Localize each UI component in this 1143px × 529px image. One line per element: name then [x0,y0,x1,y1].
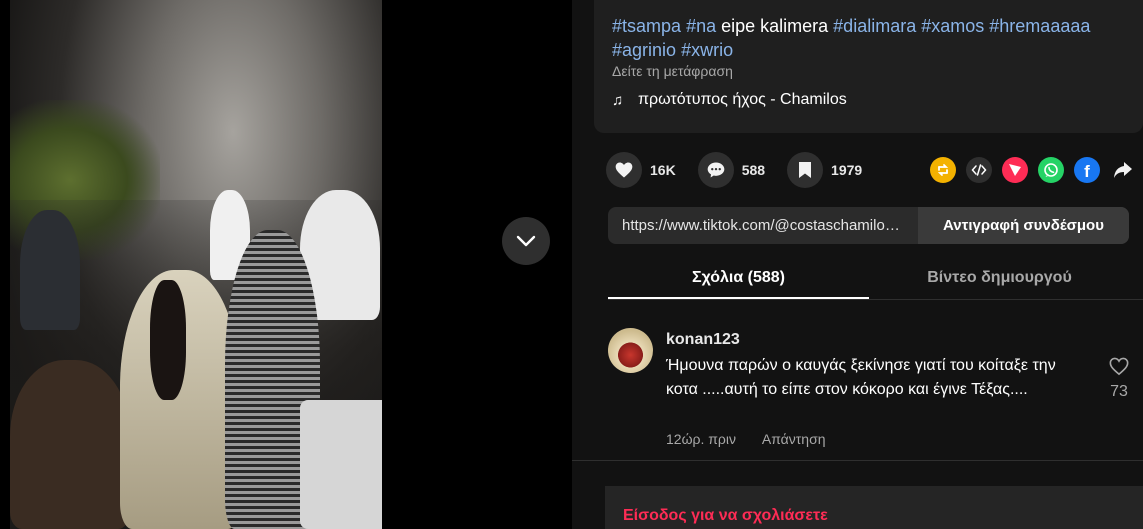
hashtag-link[interactable]: #na [686,16,716,36]
avatar[interactable] [608,328,653,373]
save-button[interactable]: 1979 [787,152,862,188]
facebook-icon[interactable]: f [1074,157,1100,183]
tab-creator-videos[interactable]: Βίντεο δημιουργού [869,262,1130,299]
heart-icon [606,152,642,188]
chevron-down-icon [516,235,536,247]
divider [572,460,1143,461]
comment-icon [697,152,734,188]
hashtag-link[interactable]: #dialimara [833,16,916,36]
video-frame-hair [150,280,186,400]
video-url-field[interactable]: https://www.tiktok.com/@costaschamilos/v… [608,207,918,244]
tiktok-video-page: #tsampa #na eipe kalimera #dialimara #xa… [0,0,1143,529]
tab-comments[interactable]: Σχόλια (588) [608,262,869,299]
description-card: #tsampa #na eipe kalimera #dialimara #xa… [594,0,1143,133]
video-area [0,0,572,529]
login-to-comment-link[interactable]: Είσοδος για να σχολιάσετε [623,507,828,525]
save-count: 1979 [831,162,863,178]
hashtag-link[interactable]: #xamos [921,16,984,36]
hashtag-link[interactable]: #tsampa [612,16,681,36]
details-panel: #tsampa #na eipe kalimera #dialimara #xa… [572,0,1143,529]
next-video-button[interactable] [502,217,550,265]
video-frame-person [10,360,130,529]
action-bar: 16K 588 1979 f [606,151,1136,189]
whatsapp-icon[interactable] [1038,157,1064,183]
see-translation-link[interactable]: Δείτε τη μετάφραση [612,63,1125,79]
comment-meta: 12ώρ. πριν Απάντηση [666,431,826,447]
hashtag-link[interactable]: #hremaaaaa [989,16,1090,36]
comment-button[interactable]: 588 [697,152,766,188]
comment-text: Ήμουνα παρών ο καυγάς ξεκίνησε γιατί του… [666,357,1056,398]
video-frame-person [20,210,80,330]
music-label: πρωτότυπος ήχος - Chamilos [638,91,847,108]
video-player[interactable] [10,0,382,529]
comment-time: 12ώρ. πριν [666,431,736,447]
like-count: 16K [650,162,676,178]
comment-like-count: 73 [1110,383,1128,400]
comment-login-bar: Είσοδος για να σχολιάσετε [605,486,1143,529]
comment-like-button[interactable]: 73 [1104,356,1134,401]
hashtag-link[interactable]: #xwrio [681,40,733,60]
music-note-icon: ♫ [612,91,624,109]
send-icon[interactable] [1002,157,1028,183]
video-frame-table [300,400,382,529]
share-targets: f [920,157,1136,183]
description-text: eipe kalimera [716,16,834,36]
music-link[interactable]: ♫ πρωτότυπος ήχος - Chamilos [612,91,1125,109]
copy-link-button[interactable]: Αντιγραφή συνδέσμου [918,207,1129,244]
reply-button[interactable]: Απάντηση [762,431,826,447]
share-arrow-icon[interactable] [1110,157,1136,183]
comment-username[interactable]: konan123 [666,331,740,349]
bookmark-icon [787,152,824,188]
hashtag-link[interactable]: #agrinio [612,40,676,60]
comment-count: 588 [741,162,766,178]
copy-link-row: https://www.tiktok.com/@costaschamilos/v… [608,207,1129,244]
like-button[interactable]: 16K [606,152,676,188]
heart-outline-icon [1109,357,1129,376]
video-description: #tsampa #na eipe kalimera #dialimara #xa… [612,14,1125,62]
comment-tabs: Σχόλια (588) Βίντεο δημιουργού [608,262,1143,300]
embed-icon[interactable] [966,157,992,183]
repost-icon[interactable] [930,157,956,183]
